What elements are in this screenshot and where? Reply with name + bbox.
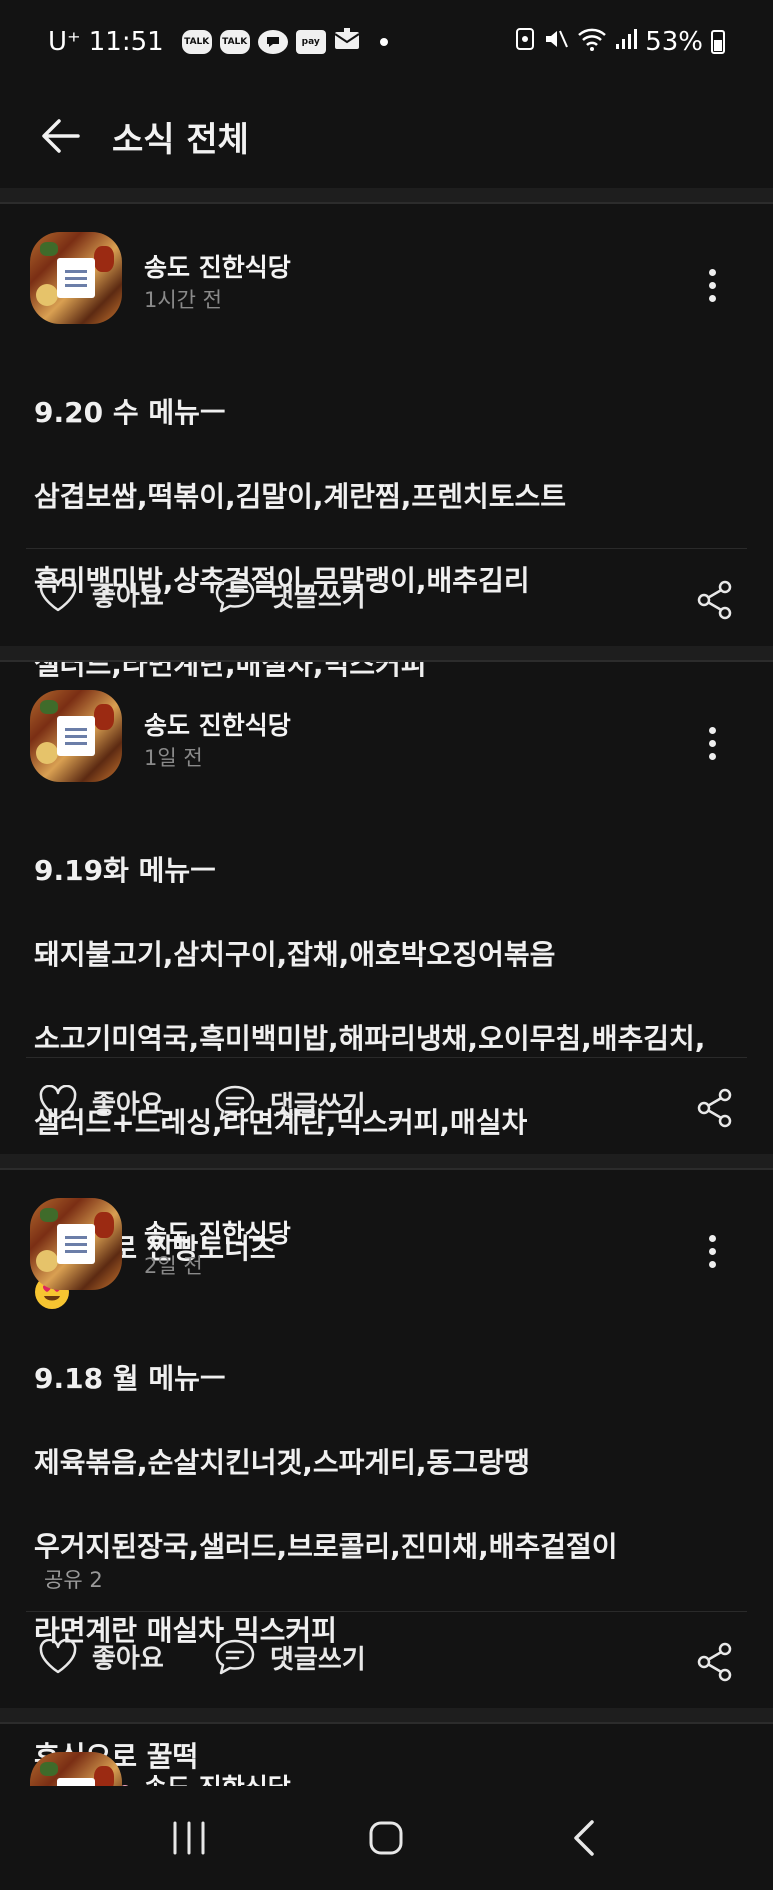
share-icon: [697, 1642, 732, 1682]
heart-icon: [39, 1084, 77, 1119]
post-title: 9.20 수 메뉴ㅡ: [34, 396, 226, 429]
more-options-button[interactable]: [690, 715, 734, 771]
comment-icon: [215, 1639, 255, 1675]
mute-icon: [543, 27, 569, 58]
like-label: 좋아요: [92, 1644, 164, 1674]
back-button[interactable]: [30, 106, 90, 166]
clock: 11:51: [88, 27, 164, 57]
post-time: 1시간 전: [144, 288, 222, 312]
battery-icon: [711, 30, 725, 54]
carrier-label: U⁺: [48, 27, 81, 57]
kakaotalk-icon-2: TALK: [219, 30, 250, 54]
comment-button[interactable]: 댓글쓰기: [214, 1084, 366, 1122]
divider: [26, 548, 747, 549]
post-time: 2일 전: [144, 1254, 203, 1278]
recycle-icon: [515, 27, 535, 58]
comment-button[interactable]: 댓글쓰기: [214, 1638, 366, 1676]
author-name[interactable]: 송도 진한식당: [144, 248, 291, 284]
comment-label: 댓글쓰기: [270, 1644, 366, 1675]
comment-label: 댓글쓰기: [270, 582, 366, 613]
comment-button[interactable]: 댓글쓰기: [214, 576, 366, 614]
share-button[interactable]: [692, 1639, 738, 1685]
heart-icon: [39, 576, 77, 611]
system-back-button[interactable]: [544, 1808, 624, 1868]
section-separator: [0, 646, 773, 662]
post-line: 우거지된장국,샐러드,브로콜리,진미채,배추겉절이: [34, 1530, 618, 1563]
like-label: 좋아요: [92, 582, 164, 612]
author-name[interactable]: 송도 진한식당: [144, 706, 291, 742]
recent-apps-icon: [173, 1821, 205, 1855]
share-icon: [697, 580, 732, 620]
recent-apps-button[interactable]: [149, 1808, 229, 1868]
post-line: 소고기미역국,흑미백미밥,해파리냉채,오이무침,배추김치,: [34, 1022, 706, 1055]
wifi-icon: [577, 27, 607, 58]
post-line: 삼겹보쌈,떡볶이,김말이,계란찜,프렌치토스트: [34, 480, 566, 513]
post-line: 제육볶음,순살치킨너겟,스파게티,동그랑땡: [34, 1446, 530, 1479]
divider: [26, 1057, 747, 1058]
author-name[interactable]: 송도 진한식당: [144, 1214, 291, 1250]
kakaotalk-icon: TALK: [181, 30, 212, 54]
chat-icon: [257, 30, 288, 54]
app-bar: 소식 전체: [0, 84, 773, 188]
home-button[interactable]: [346, 1808, 426, 1868]
battery-percent: 53%: [645, 27, 703, 57]
author-name[interactable]: 송도 진한식당: [144, 1768, 291, 1786]
store-avatar[interactable]: [30, 1198, 122, 1290]
signal-icon: [615, 27, 638, 57]
post-card: 송도 진한식당 2일 전 9.18 월 메뉴ㅡ 제육볶음,순살치킨너겟,스파게티…: [0, 1170, 773, 1817]
post-card: 송도 진한식당 1시간 전 9.20 수 메뉴ㅡ 삼겹보쌈,떡볶이,김말이,계란…: [0, 204, 773, 681]
like-button[interactable]: 좋아요: [38, 576, 164, 613]
post-card: 송도 진한식당 1일 전 9.19화 메뉴ㅡ 돼지불고기,삼치구이,잡채,애호박…: [0, 662, 773, 1309]
like-label: 좋아요: [92, 1090, 164, 1120]
post-time: 1일 전: [144, 746, 203, 770]
page-title: 소식 전체: [112, 119, 249, 160]
system-nav-bar: [0, 1786, 773, 1890]
section-separator: [0, 1708, 773, 1724]
like-button[interactable]: 좋아요: [38, 1638, 164, 1675]
share-count[interactable]: 공유 2: [44, 1564, 103, 1594]
section-separator: [0, 1154, 773, 1170]
more-options-button[interactable]: [690, 1777, 734, 1786]
status-bar: U⁺ 11:51 TALK TALK pay 53%: [0, 0, 773, 84]
like-button[interactable]: 좋아요: [38, 1084, 164, 1121]
post-card: 송도 진한식당: [0, 1724, 773, 1786]
store-avatar[interactable]: [30, 690, 122, 782]
status-left: U⁺ 11:51 TALK TALK pay: [48, 27, 388, 57]
share-button[interactable]: [692, 1085, 738, 1131]
section-separator: [0, 188, 773, 204]
more-options-button[interactable]: [690, 1223, 734, 1279]
share-button[interactable]: [692, 577, 738, 623]
divider: [26, 1611, 747, 1612]
arrow-left-icon: [42, 119, 80, 153]
store-avatar[interactable]: [30, 1752, 122, 1786]
more-notifications-dot: [379, 38, 388, 46]
post-line: 돼지불고기,삼치구이,잡채,애호박오징어볶음: [34, 938, 556, 971]
comment-label: 댓글쓰기: [270, 1090, 366, 1121]
share-icon: [697, 1088, 732, 1128]
comment-icon: [215, 1085, 255, 1121]
more-options-button[interactable]: [690, 257, 734, 313]
pay-icon: pay: [295, 30, 326, 54]
status-right: 53%: [515, 27, 725, 58]
store-avatar[interactable]: [30, 232, 122, 324]
post-title: 9.18 월 메뉴ㅡ: [34, 1362, 226, 1395]
heart-icon: [39, 1638, 77, 1673]
post-title: 9.19화 메뉴ㅡ: [34, 854, 216, 887]
home-icon: [369, 1821, 403, 1855]
mail-icon: [334, 27, 360, 57]
chevron-left-icon: [574, 1820, 594, 1856]
comment-icon: [215, 577, 255, 613]
